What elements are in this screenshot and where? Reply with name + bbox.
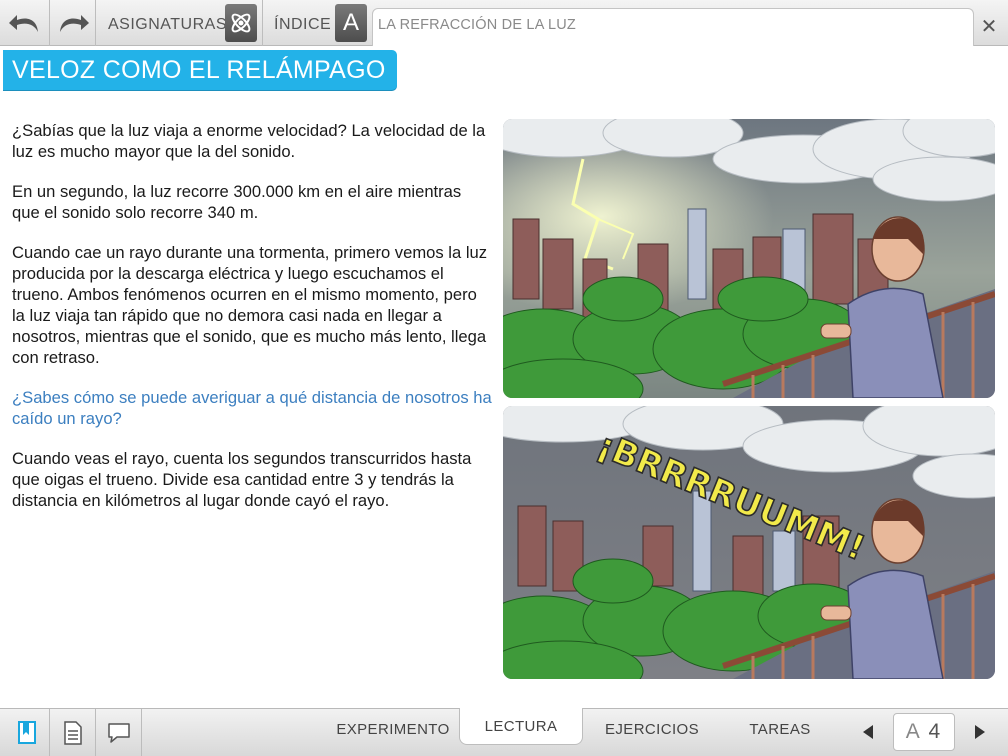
undo-arrow-icon [8,15,38,32]
next-page-button[interactable] [968,713,992,751]
close-button[interactable]: ✕ [974,8,1004,44]
triangle-left-icon [863,725,873,739]
notes-button[interactable] [50,709,96,756]
triangle-right-icon [975,725,985,739]
highlighted-question: ¿Sabes cómo se puede averiguar a qué dis… [12,388,492,428]
page-title: VELOZ COMO EL RELÁMPAGO [3,50,397,90]
close-icon: ✕ [980,15,998,38]
redo-button[interactable] [50,0,96,46]
atom-button[interactable] [225,4,257,42]
tab-lectura[interactable]: LECTURA [459,708,583,745]
index-letter-button[interactable]: A [335,4,367,42]
top-toolbar: ASIGNATURAS ÍNDICE A LA REFRACCIÓN DE LA… [0,0,1008,46]
article-body: ¿Sabías que la luz viaja a enorme veloci… [12,120,492,530]
bookmark-icon [17,721,36,744]
document-icon [63,721,82,745]
speech-bubble-icon [107,723,130,743]
toolbar-divider [262,0,263,46]
tab-ejercicios[interactable]: EJERCICIOS [590,709,714,756]
font-size-letter: A [905,720,921,743]
page-indicator[interactable]: A 4 [893,713,955,751]
paragraph: Cuando cae un rayo durante una tormenta,… [12,243,488,367]
undo-button[interactable] [0,0,50,46]
index-menu[interactable]: ÍNDICE [274,0,331,46]
paragraph: Cuando veas el rayo, cuenta los segundos… [12,449,472,510]
thunder-illustration: ¡BRRRRUUMM! [503,406,995,679]
tab-tareas[interactable]: TAREAS [730,709,830,756]
comment-button[interactable] [96,709,142,756]
atom-icon [231,13,251,33]
subjects-menu[interactable]: ASIGNATURAS [108,0,227,46]
paragraph: ¿Sabías que la luz viaja a enorme veloci… [12,121,486,161]
redo-arrow-icon [59,15,89,32]
page-number: 4 [928,720,943,743]
breadcrumb: LA REFRACCIÓN DE LA LUZ [372,8,974,46]
tab-experimento[interactable]: EXPERIMENTO [330,709,456,756]
previous-page-button[interactable] [856,713,880,751]
bottom-toolbar: EXPERIMENTO LECTURA EJERCICIOS TAREAS A … [0,708,1008,756]
lightning-illustration [503,119,995,398]
paragraph: En un segundo, la luz recorre 300.000 km… [12,182,462,222]
bookmark-button[interactable] [4,709,50,756]
